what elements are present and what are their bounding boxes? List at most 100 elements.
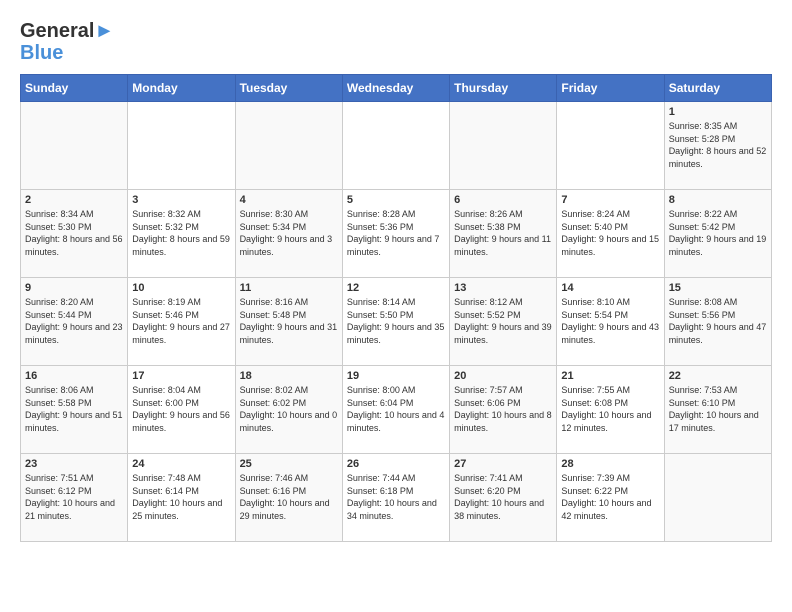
day-info: Sunrise: 8:04 AM Sunset: 6:00 PM Dayligh… (132, 384, 230, 434)
day-number: 3 (132, 194, 230, 206)
calendar-header-row: SundayMondayTuesdayWednesdayThursdayFrid… (21, 75, 772, 102)
calendar-cell: 8 Sunrise: 8:22 AM Sunset: 5:42 PM Daylig… (664, 190, 771, 278)
day-number: 20 (454, 370, 552, 382)
day-info: Sunrise: 8:22 AM Sunset: 5:42 PM Dayligh… (669, 208, 767, 258)
day-info: Sunrise: 8:34 AM Sunset: 5:30 PM Dayligh… (25, 208, 123, 258)
calendar-cell: 13 Sunrise: 8:12 AM Sunset: 5:52 PM Dayli… (450, 278, 557, 366)
day-number: 23 (25, 458, 123, 470)
day-info: Sunrise: 7:39 AM Sunset: 6:22 PM Dayligh… (561, 472, 659, 522)
day-number: 26 (347, 458, 445, 470)
day-number: 11 (240, 282, 338, 294)
calendar-header-thursday: Thursday (450, 75, 557, 102)
calendar-cell: 4 Sunrise: 8:30 AM Sunset: 5:34 PM Daylig… (235, 190, 342, 278)
day-number: 4 (240, 194, 338, 206)
calendar-cell: 6 Sunrise: 8:26 AM Sunset: 5:38 PM Daylig… (450, 190, 557, 278)
calendar-header-friday: Friday (557, 75, 664, 102)
day-number: 5 (347, 194, 445, 206)
day-info: Sunrise: 8:00 AM Sunset: 6:04 PM Dayligh… (347, 384, 445, 434)
day-number: 2 (25, 194, 123, 206)
calendar-cell: 5 Sunrise: 8:28 AM Sunset: 5:36 PM Daylig… (342, 190, 449, 278)
day-info: Sunrise: 8:06 AM Sunset: 5:58 PM Dayligh… (25, 384, 123, 434)
calendar-cell: 16Sunrise: 8:06 AM Sunset: 5:58 PM Dayli… (21, 366, 128, 454)
calendar-cell: 2 Sunrise: 8:34 AM Sunset: 5:30 PM Daylig… (21, 190, 128, 278)
day-info: Sunrise: 7:57 AM Sunset: 6:06 PM Dayligh… (454, 384, 552, 434)
day-number: 24 (132, 458, 230, 470)
day-info: Sunrise: 8:12 AM Sunset: 5:52 PM Dayligh… (454, 296, 552, 346)
day-number: 15 (669, 282, 767, 294)
calendar-header-saturday: Saturday (664, 75, 771, 102)
calendar-cell (21, 102, 128, 190)
calendar-cell: 20 Sunrise: 7:57 AM Sunset: 6:06 PM Dayli… (450, 366, 557, 454)
day-info: Sunrise: 7:53 AM Sunset: 6:10 PM Dayligh… (669, 384, 767, 434)
day-info: Sunrise: 7:55 AM Sunset: 6:08 PM Dayligh… (561, 384, 659, 434)
day-number: 12 (347, 282, 445, 294)
calendar-cell: 27 Sunrise: 7:41 AM Sunset: 6:20 PM Dayli… (450, 454, 557, 542)
calendar-cell: 28 Sunrise: 7:39 AM Sunset: 6:22 PM Dayli… (557, 454, 664, 542)
calendar-cell: 14 Sunrise: 8:10 AM Sunset: 5:54 PM Dayli… (557, 278, 664, 366)
calendar-header-sunday: Sunday (21, 75, 128, 102)
calendar-cell (235, 102, 342, 190)
day-info: Sunrise: 8:28 AM Sunset: 5:36 PM Dayligh… (347, 208, 445, 258)
day-info: Sunrise: 8:24 AM Sunset: 5:40 PM Dayligh… (561, 208, 659, 258)
day-info: Sunrise: 7:46 AM Sunset: 6:16 PM Dayligh… (240, 472, 338, 522)
logo-line1: General► (20, 20, 114, 42)
day-number: 8 (669, 194, 767, 206)
calendar-header-wednesday: Wednesday (342, 75, 449, 102)
calendar-week-3: 9 Sunrise: 8:20 AM Sunset: 5:44 PM Daylig… (21, 278, 772, 366)
logo-line2: Blue (20, 42, 114, 64)
day-number: 10 (132, 282, 230, 294)
page-header: General► Blue (20, 20, 772, 64)
calendar-week-1: 1 Sunrise: 8:35 AM Sunset: 5:28 PM Daylig… (21, 102, 772, 190)
day-number: 22 (669, 370, 767, 382)
calendar-cell: 12 Sunrise: 8:14 AM Sunset: 5:50 PM Dayli… (342, 278, 449, 366)
day-info: Sunrise: 8:14 AM Sunset: 5:50 PM Dayligh… (347, 296, 445, 346)
calendar-cell: 18 Sunrise: 8:02 AM Sunset: 6:02 PM Dayli… (235, 366, 342, 454)
day-number: 14 (561, 282, 659, 294)
calendar-cell (664, 454, 771, 542)
day-info: Sunrise: 8:10 AM Sunset: 5:54 PM Dayligh… (561, 296, 659, 346)
day-number: 18 (240, 370, 338, 382)
day-number: 9 (25, 282, 123, 294)
calendar-cell: 10 Sunrise: 8:19 AM Sunset: 5:46 PM Dayli… (128, 278, 235, 366)
calendar-cell (450, 102, 557, 190)
day-info: Sunrise: 7:48 AM Sunset: 6:14 PM Dayligh… (132, 472, 230, 522)
calendar-header-tuesday: Tuesday (235, 75, 342, 102)
day-info: Sunrise: 8:19 AM Sunset: 5:46 PM Dayligh… (132, 296, 230, 346)
calendar-week-5: 23 Sunrise: 7:51 AM Sunset: 6:12 PM Dayli… (21, 454, 772, 542)
day-number: 6 (454, 194, 552, 206)
calendar-cell (342, 102, 449, 190)
day-number: 27 (454, 458, 552, 470)
calendar-cell: 17 Sunrise: 8:04 AM Sunset: 6:00 PM Dayli… (128, 366, 235, 454)
logo: General► Blue (20, 20, 114, 64)
day-number: 28 (561, 458, 659, 470)
day-info: Sunrise: 8:26 AM Sunset: 5:38 PM Dayligh… (454, 208, 552, 258)
calendar-week-4: 16Sunrise: 8:06 AM Sunset: 5:58 PM Dayli… (21, 366, 772, 454)
day-info: Sunrise: 7:41 AM Sunset: 6:20 PM Dayligh… (454, 472, 552, 522)
calendar-cell: 25 Sunrise: 7:46 AM Sunset: 6:16 PM Dayli… (235, 454, 342, 542)
day-info: Sunrise: 8:35 AM Sunset: 5:28 PM Dayligh… (669, 120, 767, 170)
calendar-cell: 9 Sunrise: 8:20 AM Sunset: 5:44 PM Daylig… (21, 278, 128, 366)
day-info: Sunrise: 8:30 AM Sunset: 5:34 PM Dayligh… (240, 208, 338, 258)
calendar-week-2: 2 Sunrise: 8:34 AM Sunset: 5:30 PM Daylig… (21, 190, 772, 278)
calendar-cell: 15Sunrise: 8:08 AM Sunset: 5:56 PM Dayli… (664, 278, 771, 366)
calendar-cell: 1 Sunrise: 8:35 AM Sunset: 5:28 PM Daylig… (664, 102, 771, 190)
day-info: Sunrise: 7:51 AM Sunset: 6:12 PM Dayligh… (25, 472, 123, 522)
day-number: 19 (347, 370, 445, 382)
calendar-cell: 26 Sunrise: 7:44 AM Sunset: 6:18 PM Dayli… (342, 454, 449, 542)
calendar-cell (557, 102, 664, 190)
day-info: Sunrise: 8:32 AM Sunset: 5:32 PM Dayligh… (132, 208, 230, 258)
day-info: Sunrise: 8:02 AM Sunset: 6:02 PM Dayligh… (240, 384, 338, 434)
calendar-cell: 21 Sunrise: 7:55 AM Sunset: 6:08 PM Dayli… (557, 366, 664, 454)
day-number: 17 (132, 370, 230, 382)
calendar-cell: 7 Sunrise: 8:24 AM Sunset: 5:40 PM Daylig… (557, 190, 664, 278)
day-number: 21 (561, 370, 659, 382)
day-number: 1 (669, 106, 767, 118)
day-number: 13 (454, 282, 552, 294)
day-number: 7 (561, 194, 659, 206)
day-number: 25 (240, 458, 338, 470)
calendar-cell: 24 Sunrise: 7:48 AM Sunset: 6:14 PM Dayli… (128, 454, 235, 542)
day-info: Sunrise: 8:20 AM Sunset: 5:44 PM Dayligh… (25, 296, 123, 346)
calendar-header-monday: Monday (128, 75, 235, 102)
day-info: Sunrise: 7:44 AM Sunset: 6:18 PM Dayligh… (347, 472, 445, 522)
calendar-cell: 3 Sunrise: 8:32 AM Sunset: 5:32 PM Daylig… (128, 190, 235, 278)
